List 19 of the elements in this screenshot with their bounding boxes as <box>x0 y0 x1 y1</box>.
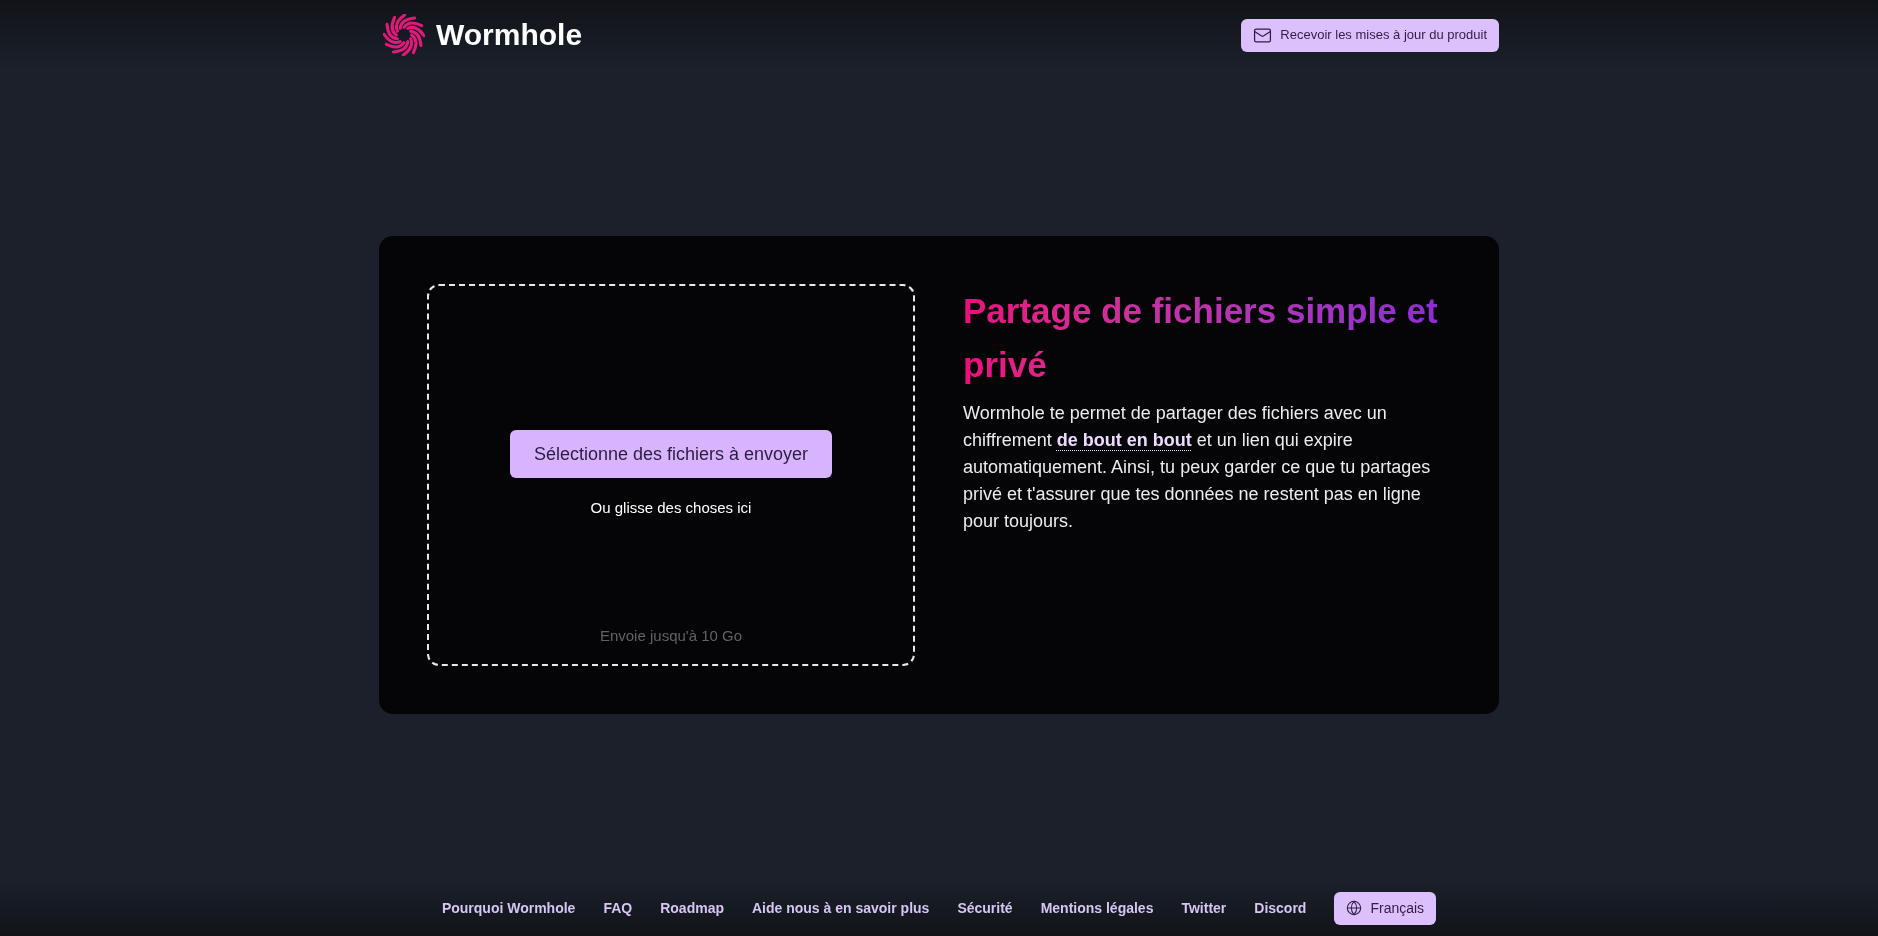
footer-link[interactable]: Aide nous à en savoir plus <box>752 897 930 919</box>
footer-link[interactable]: Pourquoi Wormhole <box>441 897 576 919</box>
size-limit-text: Envoie jusqu'à 10 Go <box>599 627 743 644</box>
file-drop-zone[interactable]: Sélectionne des fichiers à envoyer Ou glisse des choses ici Envoie jusqu'à 10 Go <box>427 284 915 666</box>
updates-button[interactable]: Recevoir les mises à jour du produit <box>1241 18 1499 52</box>
swirl-logo-icon <box>383 14 425 56</box>
footer-link[interactable]: Roadmap <box>660 897 724 919</box>
term-link[interactable]: de bout en bout <box>1056 430 1192 450</box>
footer-link[interactable]: Mentions légales <box>1040 897 1154 919</box>
intro-description: Wormhole te permet de partager des fichiers avec un chiffrement de bout en bout et un lien qui expire automatiquement. Ainsi, tu peux garder ce que tu partages privé et t'assurer que tes données ne restent pas en ligne pour toujours. <box>963 402 1432 533</box>
footer-link[interactable]: Discord <box>1254 897 1307 919</box>
drop-hint-text: Ou glisse des choses ici <box>590 498 752 519</box>
globe-icon <box>1346 900 1363 916</box>
footer-link[interactable]: Twitter <box>1181 897 1227 919</box>
language-button[interactable]: Français <box>1334 891 1437 925</box>
logo-text: Wormhole <box>436 20 583 50</box>
select-files-button[interactable]: Sélectionne des fichiers à envoyer <box>509 430 833 479</box>
footer-link[interactable]: FAQ <box>603 897 633 919</box>
footer-link[interactable]: Sécurité <box>957 897 1013 919</box>
